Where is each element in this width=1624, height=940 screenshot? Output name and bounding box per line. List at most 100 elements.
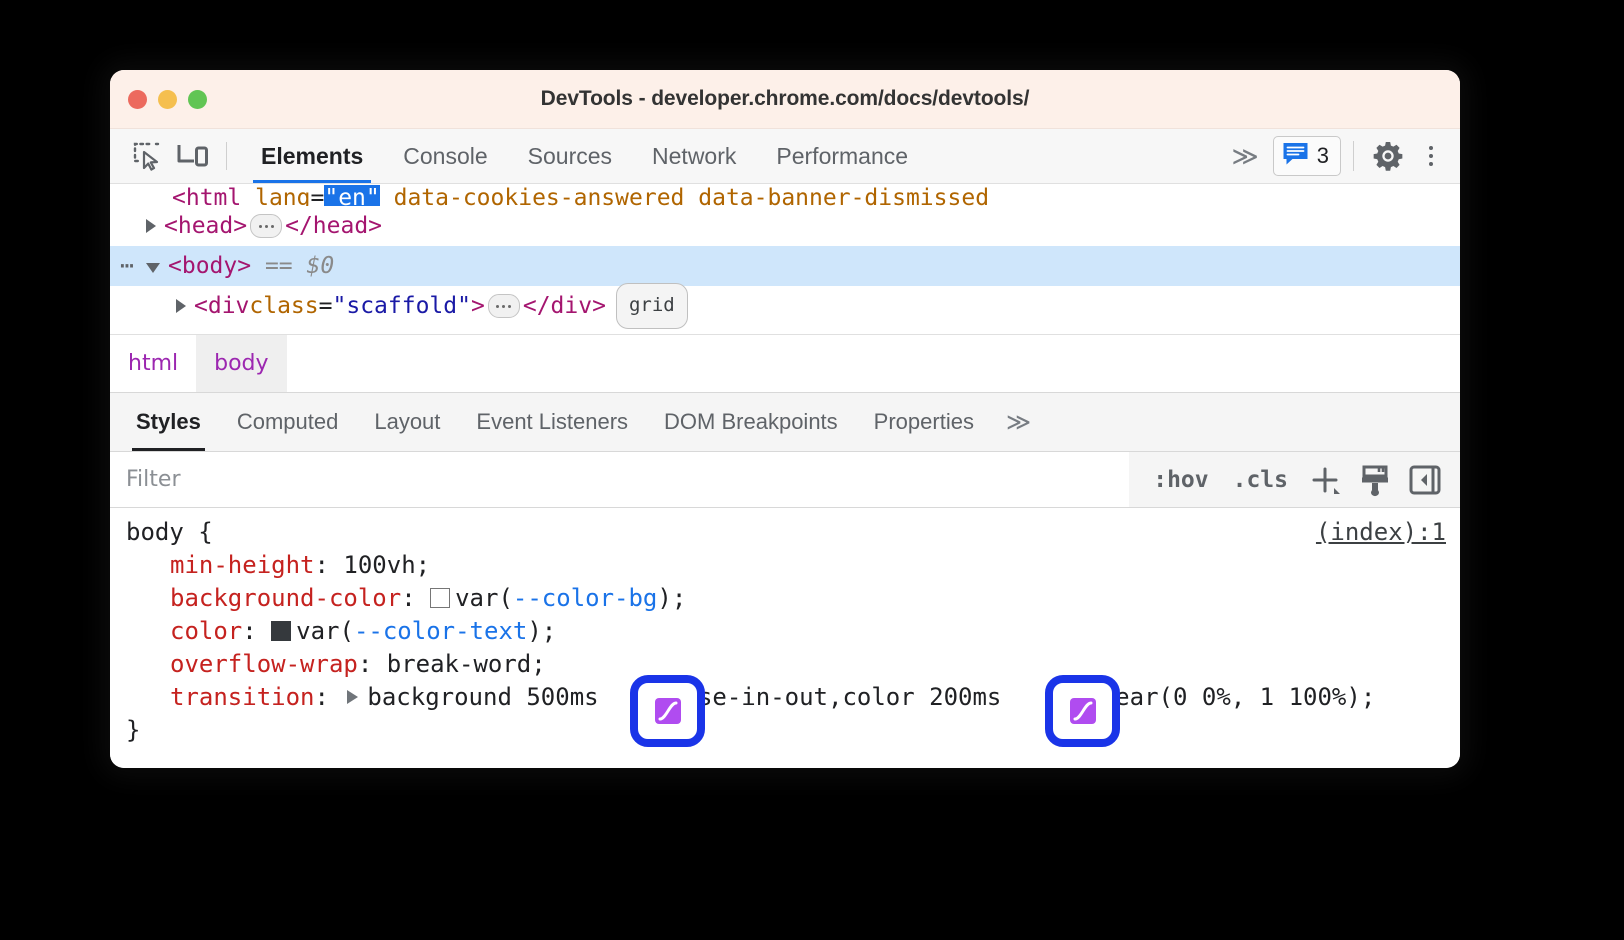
close-window-button[interactable]: [128, 90, 147, 109]
css-declaration-background-color[interactable]: background-color: var(--color-bg);: [110, 582, 1460, 615]
css-selector: body {: [126, 518, 213, 546]
css-closing-brace: }: [126, 716, 140, 744]
css-value-var-close: );: [527, 617, 556, 645]
easing-curve-icon-2-wrap[interactable]: [1053, 683, 1112, 739]
screenshot-stage: DevTools - developer.chrome.com/docs/dev…: [0, 0, 1624, 940]
dom-row-head[interactable]: <head> </head>: [110, 206, 1460, 246]
css-property-name[interactable]: min-height: [170, 551, 315, 579]
tab-layout[interactable]: Layout: [356, 393, 458, 451]
css-closing-brace-line: }: [110, 714, 1460, 747]
expand-triangle-icon[interactable]: [146, 219, 156, 233]
css-declaration-color[interactable]: color: var(--color-text);: [110, 615, 1460, 648]
dom-div-attr-class-value[interactable]: "scaffold": [333, 286, 471, 326]
css-property-value[interactable]: break-word;: [387, 650, 546, 678]
maximize-window-button[interactable]: [188, 90, 207, 109]
easing-curve-icon[interactable]: [1070, 698, 1096, 724]
issues-counter-button[interactable]: 3: [1273, 136, 1341, 176]
easing-curve-icon[interactable]: [655, 698, 681, 724]
css-colon: :: [242, 617, 271, 645]
collapsed-children-badge[interactable]: [250, 214, 282, 238]
breadcrumb-item-html[interactable]: html: [110, 335, 196, 392]
tab-properties-label: Properties: [874, 409, 974, 435]
device-toolbar-icon[interactable]: [170, 129, 216, 183]
css-custom-property-bg[interactable]: --color-bg: [513, 584, 658, 612]
paintbrush-icon[interactable]: [1352, 463, 1398, 497]
tab-dom-breakpoints[interactable]: DOM Breakpoints: [646, 393, 856, 451]
dom-row-body[interactable]: ⋯ <body> == $0: [110, 246, 1460, 286]
expand-shorthand-icon[interactable]: [347, 690, 358, 704]
css-property-name[interactable]: overflow-wrap: [170, 650, 358, 678]
color-swatch-icon[interactable]: [271, 621, 291, 641]
expand-triangle-icon[interactable]: [176, 299, 186, 313]
dom-tree[interactable]: <html lang="en" data-cookies-answered da…: [110, 184, 1460, 335]
minimize-window-button[interactable]: [158, 90, 177, 109]
tab-performance[interactable]: Performance: [756, 129, 928, 183]
toolbar-right-actions: ≫ 3: [1222, 129, 1460, 183]
css-colon: :: [401, 584, 430, 612]
css-declaration-min-height[interactable]: min-height: 100vh;: [110, 549, 1460, 582]
css-transition-segment-2: ease-in-out,color 200ms: [669, 683, 1016, 711]
css-property-name[interactable]: transition: [170, 683, 315, 711]
css-value-var-open: var(: [296, 617, 354, 645]
inspect-element-icon[interactable]: [124, 129, 170, 183]
grid-badge[interactable]: grid: [616, 283, 688, 329]
tab-styles[interactable]: Styles: [118, 393, 219, 451]
tab-elements[interactable]: Elements: [241, 129, 383, 183]
dom-row-html-clipped[interactable]: <html lang="en" data-cookies-answered da…: [110, 184, 1460, 206]
collapse-triangle-icon[interactable]: [146, 263, 160, 273]
css-declaration-transition[interactable]: transition: background 500ms ease-in-out…: [110, 681, 1460, 714]
css-value-var-open: var(: [455, 584, 513, 612]
dom-head-close-tag: </head>: [285, 206, 382, 246]
easing-curve-icon-1-wrap[interactable]: [638, 683, 697, 739]
styles-rule-pane[interactable]: (index):1 body { min-height: 100vh; back…: [110, 508, 1460, 768]
traffic-lights: [128, 90, 207, 109]
dom-html-attr-cookies: data-cookies-answered: [380, 185, 685, 206]
color-swatch-icon[interactable]: [430, 588, 450, 608]
tab-console[interactable]: Console: [383, 129, 507, 183]
more-pane-tabs-icon[interactable]: ≫: [992, 393, 1045, 451]
plus-icon[interactable]: [1302, 463, 1348, 497]
styles-filter-row: :hov .cls: [110, 452, 1460, 508]
tab-sources[interactable]: Sources: [508, 129, 632, 183]
row-more-icon[interactable]: ⋯: [120, 246, 135, 286]
breadcrumb: html body: [110, 335, 1460, 393]
more-panels-icon[interactable]: ≫: [1222, 143, 1269, 169]
tab-computed[interactable]: Computed: [219, 393, 357, 451]
tab-sources-label: Sources: [528, 143, 612, 170]
css-selector-line[interactable]: body {: [110, 516, 1460, 549]
css-property-name[interactable]: color: [170, 617, 242, 645]
tab-network[interactable]: Network: [632, 129, 756, 183]
tab-network-label: Network: [652, 143, 736, 170]
css-transition-segment-1: background 500ms: [367, 683, 613, 711]
element-classes-button[interactable]: .cls: [1223, 467, 1298, 493]
css-declaration-overflow-wrap[interactable]: overflow-wrap: break-word;: [110, 648, 1460, 681]
css-custom-property-text[interactable]: --color-text: [354, 617, 527, 645]
dom-html-tag: <html: [172, 185, 255, 206]
css-property-value[interactable]: 100vh;: [343, 551, 430, 579]
tab-event-listeners[interactable]: Event Listeners: [458, 393, 646, 451]
tab-performance-label: Performance: [776, 143, 908, 170]
window-title: DevTools - developer.chrome.com/docs/dev…: [110, 87, 1460, 111]
show-sidebar-icon[interactable]: [1402, 464, 1448, 496]
tab-elements-label: Elements: [261, 143, 363, 170]
breadcrumb-item-body[interactable]: body: [196, 335, 286, 392]
devtools-window: DevTools - developer.chrome.com/docs/dev…: [110, 70, 1460, 768]
gear-icon[interactable]: [1366, 140, 1410, 172]
dom-div-attr-eq: =: [319, 286, 333, 326]
collapsed-children-badge[interactable]: [488, 294, 520, 318]
dom-html-attr-lang-value: "en": [324, 185, 379, 206]
css-property-name[interactable]: background-color: [170, 584, 401, 612]
dom-html-attr-eq: =: [310, 185, 324, 206]
kebab-menu-icon[interactable]: [1414, 146, 1448, 166]
toggle-element-state-button[interactable]: :hov: [1143, 467, 1218, 493]
tab-computed-label: Computed: [237, 409, 339, 435]
dom-html-attr-banner: data-banner-dismissed: [684, 185, 989, 206]
filter-input[interactable]: [110, 452, 1129, 507]
panel-tabs: Elements Console Sources Network Perform…: [241, 129, 928, 183]
dom-row-div-scaffold[interactable]: <div class="scaffold"> </div> grid: [110, 286, 1460, 326]
dom-head-open-tag: <head>: [164, 206, 247, 246]
tab-properties[interactable]: Properties: [856, 393, 992, 451]
tab-event-listeners-label: Event Listeners: [476, 409, 628, 435]
css-colon: :: [315, 551, 344, 579]
filter-actions: :hov .cls: [1129, 452, 1460, 507]
